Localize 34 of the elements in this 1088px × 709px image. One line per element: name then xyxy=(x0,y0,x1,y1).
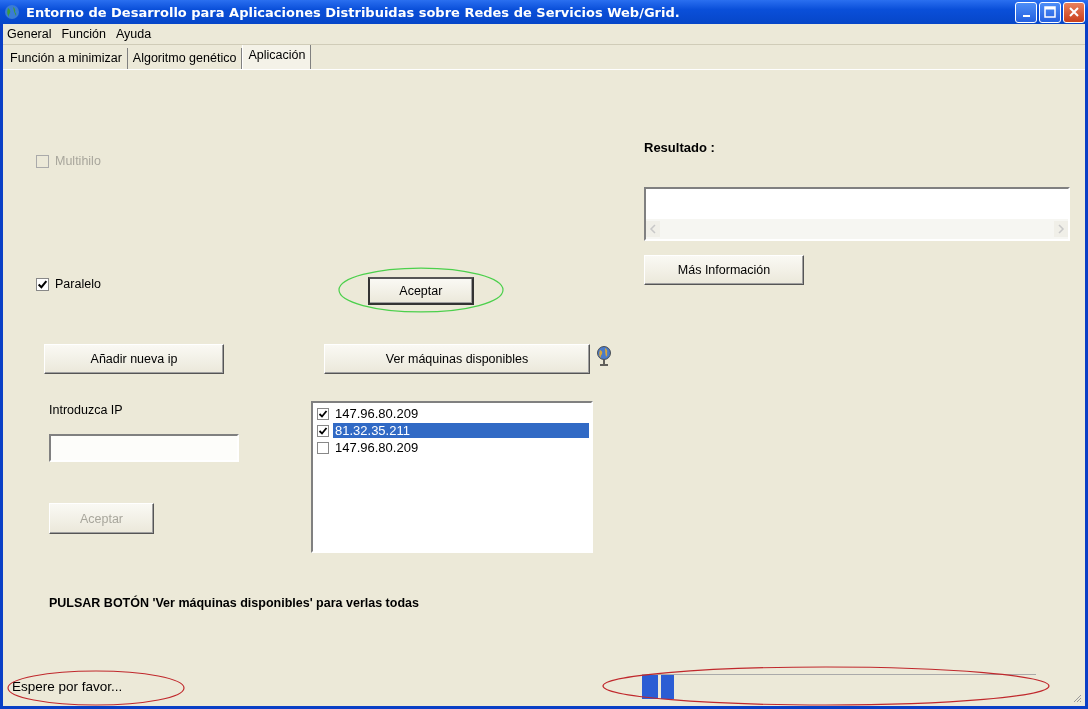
result-label: Resultado : xyxy=(644,140,715,155)
status-text: Espere por favor... xyxy=(12,678,123,694)
resize-grip-icon[interactable] xyxy=(1072,693,1082,703)
maximize-button[interactable] xyxy=(1039,1,1061,23)
machine-list-item[interactable]: 147.96.80.209 xyxy=(315,405,589,422)
checkbox-label[interactable]: Paralelo xyxy=(55,277,101,291)
minimize-icon xyxy=(1022,15,1030,17)
menu-item[interactable]: Ayuda xyxy=(115,27,152,41)
globe-icon[interactable] xyxy=(596,345,612,367)
maximize-icon xyxy=(1044,6,1056,18)
tab[interactable]: Aplicación xyxy=(242,45,312,69)
checkbox[interactable] xyxy=(317,407,329,420)
ip-address: 81.32.35.211 xyxy=(333,423,589,438)
more-info-button[interactable]: Más Información xyxy=(644,255,804,285)
accept-button[interactable]: Aceptar xyxy=(367,277,474,305)
ip-address: 147.96.80.209 xyxy=(334,406,420,421)
checkbox[interactable] xyxy=(36,277,49,291)
menu-item[interactable]: General xyxy=(7,27,52,41)
machine-list-item[interactable]: 81.32.35.211 xyxy=(315,422,589,439)
globe-icon xyxy=(4,4,20,20)
ip-address: 147.96.80.209 xyxy=(334,440,420,455)
ip-input-field[interactable] xyxy=(49,434,239,462)
checkbox[interactable] xyxy=(317,424,329,437)
instruction-text: PULSAR BOTÓN 'Ver máquinas disponibles' para verlas todas xyxy=(49,596,420,610)
show-machines-button[interactable]: Ver máquinas disponibles xyxy=(324,344,590,374)
menu-item[interactable]: Función xyxy=(61,27,106,41)
add-ip-button[interactable]: Añadir nueva ip xyxy=(44,344,224,374)
machine-list-item[interactable]: 147.96.80.209 xyxy=(315,439,589,456)
close-icon xyxy=(1068,6,1080,18)
checkbox[interactable] xyxy=(317,441,329,454)
window-title: Entorno de Desarrollo para Aplicaciones Distribuidas sobre Redes de Servicios Web/Grid. xyxy=(26,4,681,20)
minimize-button[interactable] xyxy=(1015,1,1037,23)
close-button[interactable] xyxy=(1063,1,1085,23)
ip-label: Introduzca IP xyxy=(49,403,123,417)
